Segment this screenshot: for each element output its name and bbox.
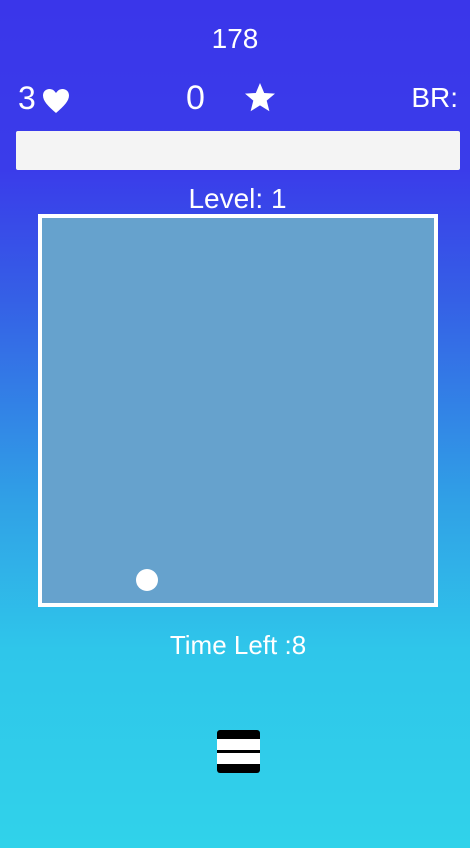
time-left-label: Time Left :8 [169, 630, 307, 660]
stars-count: 0 [186, 79, 205, 117]
pause-icon [217, 739, 260, 750]
lives-value: 3 [18, 80, 36, 116]
pause-button[interactable] [217, 730, 260, 773]
hud-row: 3 0 BR: [0, 78, 470, 118]
pause-icon-bar [217, 753, 260, 764]
top-score: 178 [211, 23, 259, 54]
br-label: BR: [411, 82, 458, 113]
ball [136, 569, 158, 591]
lives-counter: 3 [18, 78, 70, 118]
level-label: Level: 1 [188, 183, 287, 214]
heart-icon [42, 85, 70, 113]
play-field[interactable] [38, 214, 438, 607]
progress-bar [16, 131, 460, 170]
star-icon [244, 82, 276, 114]
